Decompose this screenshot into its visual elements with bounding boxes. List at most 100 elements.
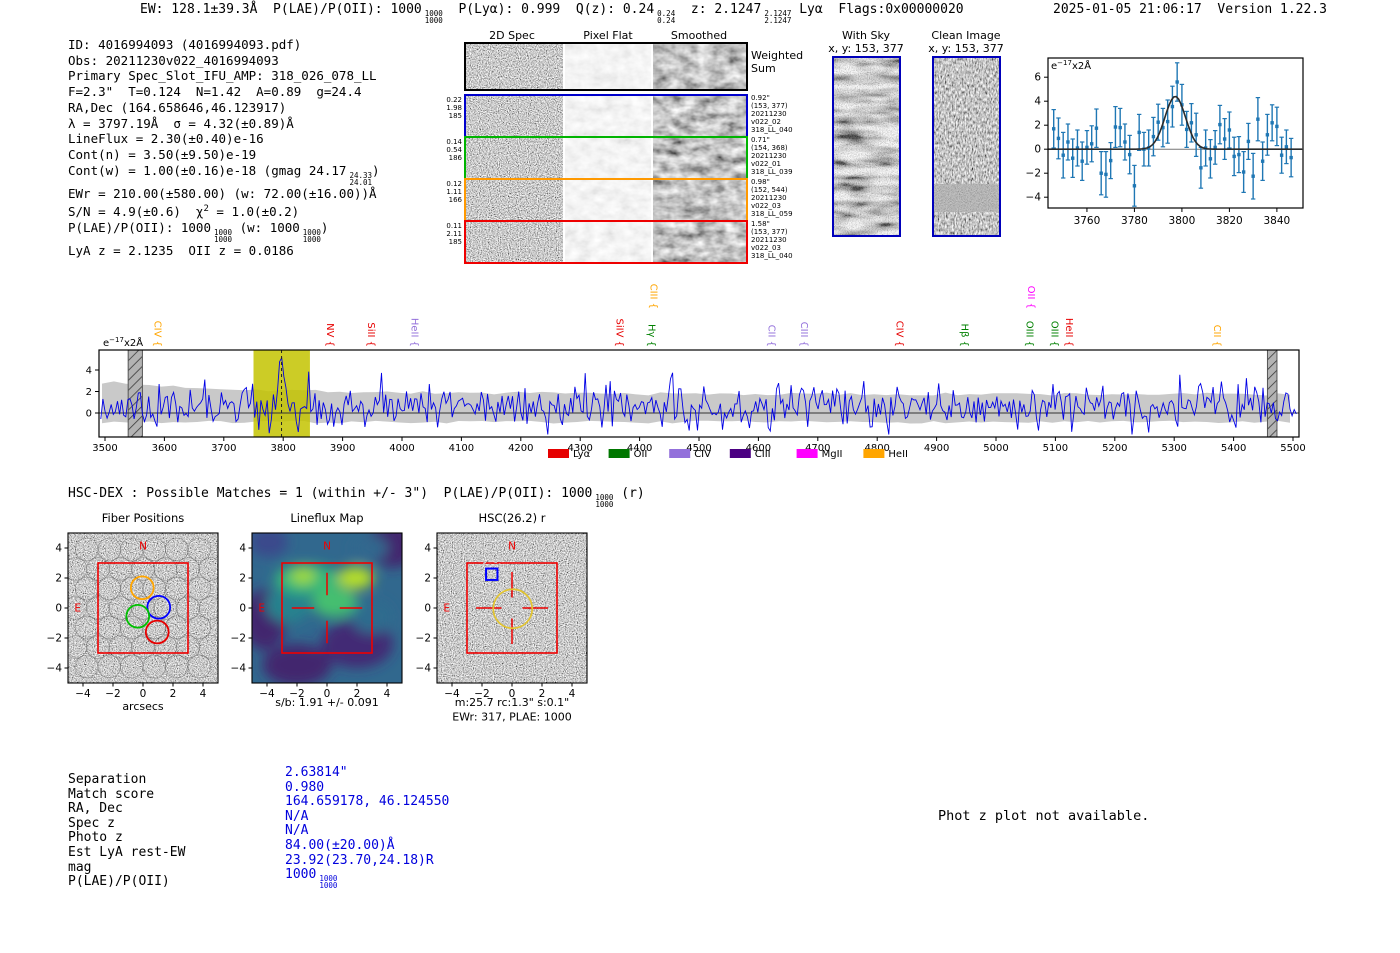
stacked-fraction: 1000 1000: [302, 227, 321, 244]
svg-text:4: 4: [55, 543, 62, 555]
smoothed-col-title: Smoothed: [670, 29, 728, 42]
fiber-weight-labels: 0.11 2.11 185: [446, 222, 462, 246]
compass-north: N: [323, 541, 331, 553]
svg-text:0: 0: [1034, 144, 1041, 156]
emission-line-label: NV {: [324, 323, 335, 347]
stacked-fraction: 1000 1000: [214, 227, 233, 244]
svg-text:4: 4: [86, 366, 92, 377]
cutout-title: Fiber Positions: [102, 511, 185, 525]
row-value: N/A: [285, 823, 309, 839]
cutout-title: Lineflux Map: [290, 511, 363, 525]
emission-line-label: OIII {: [1023, 321, 1034, 347]
svg-text:−4: −4: [259, 688, 275, 700]
report-version: Version 1.22.3: [1217, 2, 1327, 17]
spec2d-fiber-row: [464, 178, 748, 222]
report-date: 2025-01-05 21:06:17: [1053, 2, 1202, 17]
row-label: Spec z: [68, 815, 115, 831]
info-line: λ = 3797.19Å σ = 4.32(±0.89)Å: [68, 115, 294, 131]
emission-line-label: HeII {: [409, 318, 420, 347]
lineflux-map-plot: N E −4 −2 0 2 4 −4 −2 0 2 4 Lineflux Map s/b: 1.91 +/…: [222, 506, 432, 738]
full-spectrum-svg: 3500 3600 3700 3800 3900 4000 4100 4200 4300 4400…: [86, 284, 1306, 460]
clean-image-noise: [934, 58, 999, 235]
svg-text:5500: 5500: [1280, 443, 1305, 454]
pixelflat-image: [565, 180, 651, 220]
row-label: mag: [68, 859, 92, 875]
svg-text:3800: 3800: [270, 443, 295, 454]
spec2d-image: [466, 96, 563, 136]
legend-label: CIV: [694, 449, 711, 460]
x-axis-label: arcsecs: [122, 700, 164, 713]
fiber-positions-plot: N E −4 −2 0 2 4 −4 −2 0 2 4 Fiber Positions arcsecs: [38, 506, 248, 738]
emission-line-label: CIV {: [151, 321, 162, 347]
row-value: 84.00(±20.00)Å: [285, 837, 395, 853]
row-label: Photo z: [68, 830, 123, 846]
row-value: 2.63814": [285, 765, 348, 780]
pixelflat-image: [565, 96, 651, 136]
spec2d-fiber-row: [464, 136, 748, 180]
with-sky-noise: [834, 58, 899, 235]
spec2d-fiber-row: [464, 94, 748, 138]
legend-swatch: [796, 449, 818, 458]
fiber-id-labels: 0.71" (154, 368) 20211230 v022_01 318_LL_039: [751, 136, 793, 176]
smoothed-image: [653, 222, 746, 262]
stacked-fraction: 2.1247 2.1247: [764, 9, 792, 26]
clean-image-title: Clean Image x, y: 153, 377: [928, 29, 1004, 55]
legend-label: CIII: [755, 449, 771, 460]
info-line: RA,Dec (164.658646,46.123917): [68, 99, 287, 115]
svg-text:−4: −4: [47, 663, 63, 675]
svg-text:3780: 3780: [1121, 215, 1148, 227]
info-line: ID: 4016994093 (4016994093.pdf): [68, 37, 302, 52]
with-sky-image: [832, 56, 901, 237]
row-value: 1000 1000 1000: [285, 867, 338, 891]
svg-text:0: 0: [239, 603, 246, 615]
svg-text:3500: 3500: [92, 443, 117, 454]
svg-text:−2: −2: [231, 633, 246, 645]
spec2d-image: [466, 222, 563, 262]
svg-text:−4: −4: [416, 663, 432, 675]
flux-units-label: e−17x2Å: [103, 336, 143, 349]
emission-line-label: CIII {: [798, 322, 809, 347]
svg-text:5400: 5400: [1221, 443, 1246, 454]
svg-text:3700: 3700: [211, 443, 236, 454]
match-table: Separation 2.63814" Match score 0.980 RA, De…: [68, 765, 568, 891]
stacked-fraction: 1000 1000: [319, 874, 338, 891]
svg-text:4: 4: [569, 688, 576, 700]
compass-north: N: [139, 541, 147, 553]
info-line: F=2.3" T=0.124 N=1.42 A=0.89 g=24.4: [68, 84, 362, 100]
svg-text:3820: 3820: [1216, 215, 1243, 227]
info-line: S/N = 4.9(±0.6) χ2 = 1.0(±0.2): [68, 203, 300, 219]
spec2d-col-title: 2D Spec: [489, 29, 535, 42]
spec2d-image: [466, 138, 563, 178]
svg-text:2: 2: [239, 573, 246, 585]
row-label: P(LAE)/P(OII): [68, 874, 170, 890]
legend-label: OII: [634, 449, 648, 460]
emission-line-label: HeII {: [1063, 318, 1074, 347]
full-spectrum-chart: 3500 3600 3700 3800 3900 4000 4100 4200 4300 4400…: [55, 265, 1365, 474]
info-line: P(LAE)/P(OII): 1000 1000 1000 (w: 1000 1000…: [68, 219, 329, 244]
cutout-caption: s/b: 1.91 +/- 0.091: [275, 696, 379, 709]
info-line: LineFlux = 2.30(±0.40)e-16: [68, 131, 264, 147]
hsc_cutout-svg: NE−4 −2 0 2 4−4−2024HSC(26.2) rm:25.7 rc:1.3…: [416, 511, 588, 724]
svg-text:−4: −4: [1026, 192, 1042, 204]
svg-text:0: 0: [140, 688, 147, 700]
row-value: 164.659178, 46.124550: [285, 794, 450, 810]
svg-text:4: 4: [239, 543, 246, 555]
svg-text:−2: −2: [105, 688, 120, 700]
svg-text:4000: 4000: [389, 443, 414, 454]
pixelflat-image: [565, 44, 651, 89]
with-sky-title: With Sky x, y: 153, 377: [828, 29, 904, 55]
svg-text:3800: 3800: [1169, 215, 1196, 227]
legend-swatch: [608, 449, 630, 458]
stacked-fraction: 0.24 0.24: [657, 9, 676, 26]
svg-text:2: 2: [86, 387, 92, 398]
line-fit-chart: 3760 3780 3800 3820 3840 −4 −2 0 2 4 6 e−17x2Å: [1015, 47, 1315, 239]
emission-line-label: OIII {: [1048, 321, 1059, 347]
row-label: Separation: [68, 772, 147, 787]
fiber-weight-labels: 0.14 0.54 186: [446, 138, 462, 162]
row-label: RA, Dec: [68, 801, 123, 817]
svg-text:2: 2: [170, 688, 177, 700]
compass-east: E: [443, 603, 450, 615]
cutout-title: HSC(26.2) r: [479, 511, 546, 525]
svg-text:5200: 5200: [1102, 443, 1127, 454]
info-line: Obs: 20211230v022_4016994093: [68, 52, 279, 68]
